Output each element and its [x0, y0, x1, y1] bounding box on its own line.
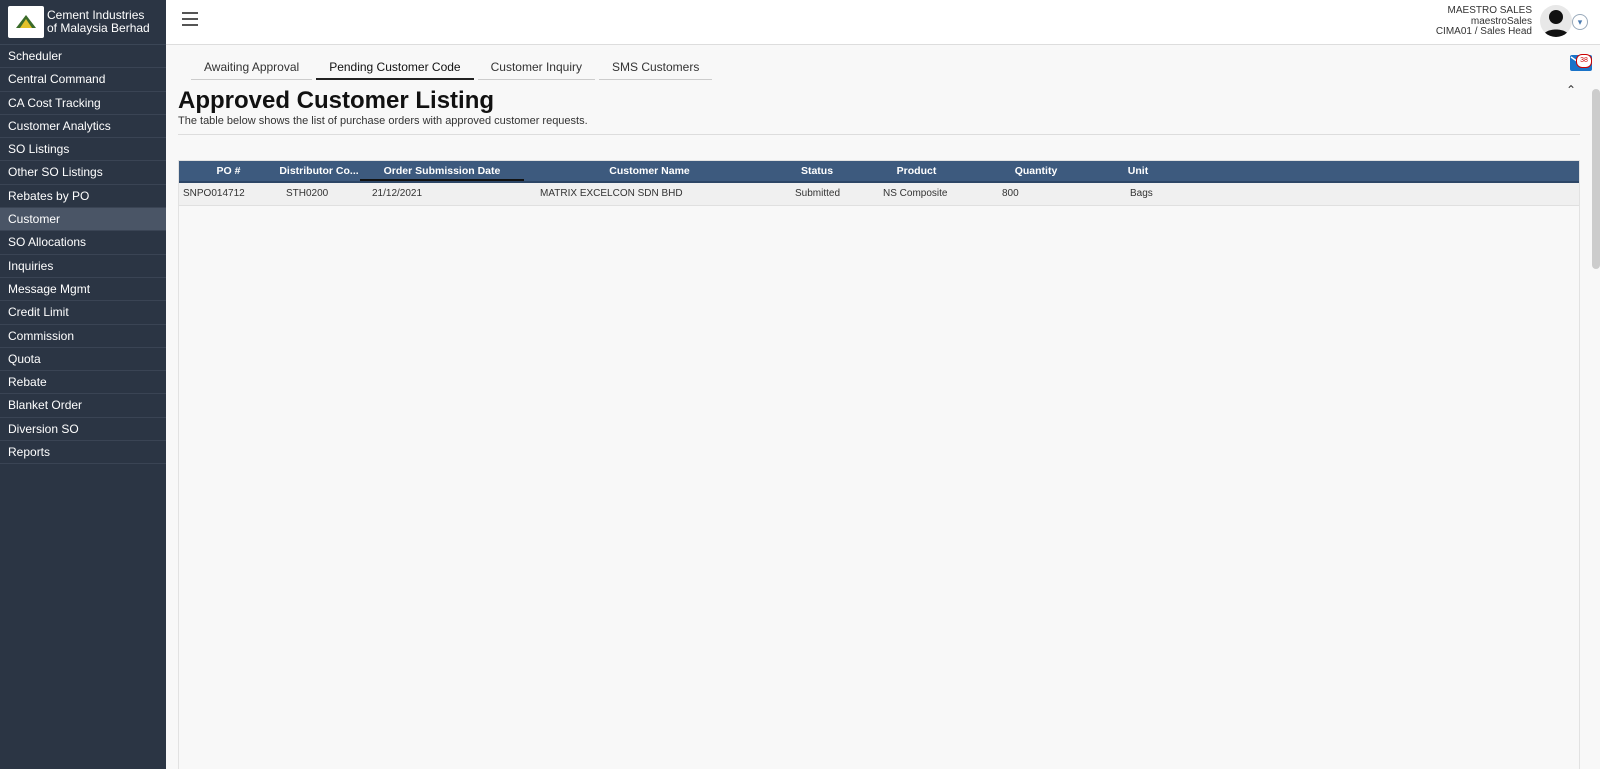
- cell-distributor-code: STH0200: [286, 188, 329, 199]
- sidebar-item-other-so-listings[interactable]: Other SO Listings: [0, 161, 166, 185]
- brand[interactable]: Cement Industries of Malaysia Berhad: [0, 0, 166, 45]
- table-row[interactable]: SNPO014712 STH0200 21/12/2021 MATRIX EXC…: [179, 183, 1579, 206]
- tab-awaiting-approval[interactable]: Awaiting Approval: [191, 55, 313, 80]
- sidebar-item-so-allocations[interactable]: SO Allocations: [0, 231, 166, 255]
- cell-customer-name: MATRIX EXCELCON SDN BHD: [540, 188, 683, 199]
- column-header-quantity[interactable]: Quantity: [974, 161, 1098, 181]
- cell-order-submission-date: 21/12/2021: [372, 188, 423, 199]
- column-header-product[interactable]: Product: [859, 161, 974, 181]
- sidebar-item-diversion-so[interactable]: Diversion SO: [0, 418, 166, 442]
- hamburger-menu-icon[interactable]: [182, 12, 198, 26]
- sidebar-item-rebates-by-po[interactable]: Rebates by PO: [0, 185, 166, 209]
- sidebar-item-scheduler[interactable]: Scheduler: [0, 45, 166, 69]
- sidebar-item-credit-limit[interactable]: Credit Limit: [0, 301, 166, 325]
- notification-badge: 38: [1576, 54, 1592, 68]
- sidebar-item-customer[interactable]: Customer: [0, 208, 166, 232]
- column-header-order-submission-date[interactable]: Order Submission Date: [360, 161, 524, 181]
- sidebar-item-commission[interactable]: Commission: [0, 325, 166, 348]
- column-header-po[interactable]: PO #: [179, 161, 278, 181]
- cell-po-number: SNPO014712: [183, 188, 245, 199]
- column-header-distributor-code[interactable]: Distributor Co...: [278, 161, 360, 181]
- avatar[interactable]: [1540, 5, 1572, 37]
- column-header-customer-name[interactable]: Customer Name: [524, 161, 775, 181]
- column-header-unit[interactable]: Unit: [1098, 161, 1178, 181]
- cell-status: Submitted: [795, 188, 841, 199]
- sidebar-item-blanket-order[interactable]: Blanket Order: [0, 394, 166, 418]
- divider: [178, 134, 1580, 135]
- user-name: MAESTRO SALES: [1447, 5, 1532, 16]
- sidebar-item-rebate[interactable]: Rebate: [0, 371, 166, 395]
- sidebar-item-reports[interactable]: Reports: [0, 441, 166, 465]
- tab-bar: Awaiting Approval Pending Customer Code …: [191, 55, 716, 80]
- brand-name: Cement Industries of Malaysia Berhad: [47, 8, 150, 35]
- main-content: Awaiting Approval Pending Customer Code …: [166, 45, 1600, 769]
- cell-product: NS Composite: [883, 188, 948, 199]
- page-subtitle: The table below shows the list of purcha…: [178, 115, 588, 127]
- sidebar-item-customer-analytics[interactable]: Customer Analytics: [0, 115, 166, 139]
- sidebar: Cement Industries of Malaysia Berhad Sch…: [0, 0, 166, 769]
- user-menu-chevron-down-icon[interactable]: ▾: [1572, 14, 1588, 30]
- table-header: PO # Distributor Co... Order Submission …: [179, 161, 1579, 183]
- tab-pending-customer-code[interactable]: Pending Customer Code: [316, 55, 474, 80]
- collapse-chevron-up-icon[interactable]: ⌃: [1566, 83, 1576, 97]
- page-scrollbar[interactable]: [1592, 89, 1600, 269]
- page-title: Approved Customer Listing: [178, 87, 495, 114]
- company-logo: [8, 6, 44, 38]
- sidebar-nav: Scheduler Central Command CA Cost Tracki…: [0, 45, 166, 465]
- cell-quantity: 800: [1002, 188, 1019, 199]
- sidebar-item-central-command[interactable]: Central Command: [0, 68, 166, 92]
- user-role: CIMA01 / Sales Head: [1435, 26, 1532, 37]
- top-header: MAESTRO SALES maestroSales CIMA01 / Sale…: [166, 0, 1600, 45]
- sidebar-item-message-mgmt[interactable]: Message Mgmt: [0, 278, 166, 302]
- approved-customer-table: PO # Distributor Co... Order Submission …: [178, 160, 1580, 769]
- sidebar-item-inquiries[interactable]: Inquiries: [0, 255, 166, 278]
- tab-customer-inquiry[interactable]: Customer Inquiry: [477, 55, 595, 80]
- tab-sms-customers[interactable]: SMS Customers: [598, 55, 713, 80]
- sidebar-item-so-listings[interactable]: SO Listings: [0, 138, 166, 162]
- sidebar-item-ca-cost-tracking[interactable]: CA Cost Tracking: [0, 92, 166, 115]
- user-info: MAESTRO SALES maestroSales CIMA01 / Sale…: [1435, 5, 1532, 38]
- sidebar-item-quota[interactable]: Quota: [0, 348, 166, 372]
- column-header-status[interactable]: Status: [775, 161, 859, 181]
- cell-unit: Bags: [1130, 188, 1153, 199]
